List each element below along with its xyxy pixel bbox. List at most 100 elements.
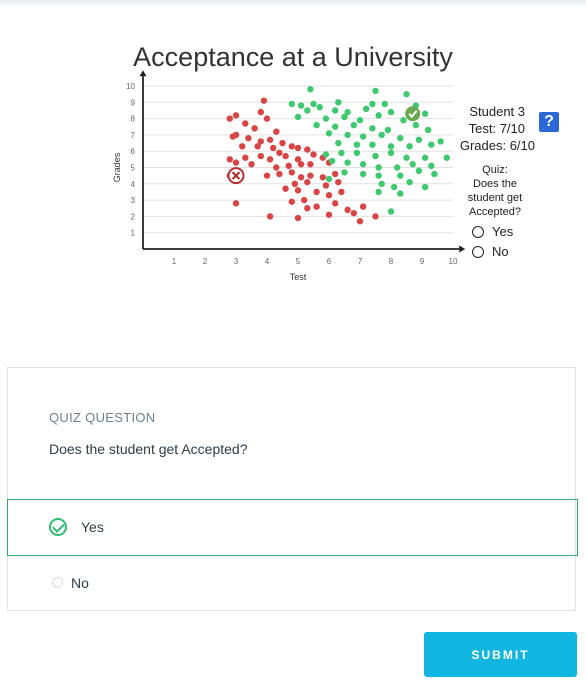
x-tick-label: 7 bbox=[358, 257, 363, 266]
accepted-point bbox=[335, 139, 342, 147]
quiz-page: Acceptance at a University 1 2 3 4 5 6 7 8 9 10 1 2… bbox=[0, 0, 586, 689]
student-test-score: Test: 7/10 bbox=[468, 121, 525, 136]
x-tick-label: 1 bbox=[172, 257, 177, 266]
rejected-point bbox=[304, 205, 311, 212]
accepted-point bbox=[415, 167, 423, 174]
accepted-point bbox=[406, 143, 413, 150]
accepted-point bbox=[375, 172, 382, 179]
radio-unselected-icon[interactable] bbox=[52, 577, 63, 588]
accepted-point bbox=[325, 175, 333, 183]
rejected-point bbox=[304, 178, 311, 186]
accepted-point bbox=[359, 133, 367, 140]
mini-quiz-line: Quiz: bbox=[482, 164, 508, 176]
radio-ring-icon bbox=[472, 245, 484, 258]
rejected-point bbox=[350, 209, 357, 217]
y-tick-label: 3 bbox=[131, 196, 136, 205]
accepted-point bbox=[406, 178, 413, 186]
y-tick-label: 2 bbox=[131, 212, 136, 221]
rejected-point bbox=[294, 187, 302, 194]
y-tick-label: 5 bbox=[131, 164, 136, 173]
rejected-point bbox=[232, 159, 240, 166]
accepted-point bbox=[375, 112, 382, 119]
rejected-point bbox=[304, 146, 311, 153]
accepted-point bbox=[316, 103, 323, 111]
accepted-point bbox=[390, 183, 398, 191]
x-axis-arrow bbox=[459, 245, 466, 253]
mini-quiz-line: Accepted? bbox=[469, 206, 521, 218]
accepted-point bbox=[421, 154, 429, 161]
accepted-point bbox=[341, 169, 348, 176]
accepted-point bbox=[403, 90, 410, 98]
accepted-point bbox=[304, 107, 311, 114]
accepted-point bbox=[378, 131, 385, 139]
rejected-point bbox=[297, 174, 305, 181]
accepted-point bbox=[372, 87, 379, 95]
rejected-point bbox=[273, 164, 280, 171]
accepted-point bbox=[363, 105, 370, 113]
rejected-point bbox=[307, 161, 314, 168]
rejected-point bbox=[263, 115, 271, 122]
accepted-point bbox=[344, 159, 351, 166]
y-tick-label: 9 bbox=[131, 98, 136, 107]
accepted-point bbox=[375, 188, 382, 196]
y-tick-label: 10 bbox=[126, 82, 135, 91]
accepted-point bbox=[409, 161, 416, 168]
submit-button[interactable]: SUBMIT bbox=[424, 632, 577, 677]
accepted-point bbox=[400, 117, 407, 124]
y-tick-label: 1 bbox=[131, 229, 136, 238]
answer-option-yes[interactable]: Yes bbox=[7, 499, 578, 556]
accepted-point bbox=[332, 107, 339, 114]
mini-option-no: No bbox=[472, 244, 509, 259]
accepted-point bbox=[325, 130, 333, 137]
x-tick-label: 8 bbox=[389, 257, 394, 266]
accepted-point bbox=[387, 143, 395, 150]
accepted-point bbox=[344, 131, 351, 139]
accepted-point bbox=[369, 100, 376, 108]
mini-quiz-line: student get bbox=[467, 192, 523, 204]
accepted-point bbox=[359, 170, 367, 178]
x-tick-label: 4 bbox=[265, 257, 270, 266]
mini-option-yes-label: Yes bbox=[492, 224, 514, 239]
rejected-point bbox=[307, 172, 314, 179]
accepted-point bbox=[387, 108, 395, 116]
accepted-point bbox=[341, 113, 348, 121]
accepted-point bbox=[412, 121, 419, 129]
rejected-point bbox=[332, 200, 339, 207]
rejected-point bbox=[313, 203, 320, 210]
rejected-point bbox=[270, 144, 277, 152]
rejected-point bbox=[310, 151, 317, 158]
accepted-point bbox=[307, 86, 314, 93]
accepted-point bbox=[297, 102, 305, 109]
y-tick-label: 7 bbox=[131, 131, 136, 140]
rejected-point bbox=[282, 185, 289, 192]
answer-option-no[interactable]: No bbox=[8, 556, 577, 611]
accepted-point bbox=[372, 152, 379, 160]
x-tick-label: 6 bbox=[327, 257, 332, 266]
x-tick-label: 2 bbox=[203, 257, 208, 266]
accepted-point bbox=[335, 99, 342, 106]
accepted-point bbox=[356, 117, 364, 124]
x-tick-label: 5 bbox=[296, 257, 301, 266]
mini-quiz-line: Does the bbox=[472, 178, 518, 190]
question-mark-icon: ? bbox=[539, 112, 559, 132]
accepted-point bbox=[425, 126, 432, 134]
rejected-point bbox=[273, 128, 280, 135]
rejected-point bbox=[325, 211, 333, 218]
rejected-point bbox=[239, 143, 246, 150]
accepted-point bbox=[394, 164, 401, 171]
accepted-point bbox=[313, 121, 320, 129]
y-tick-label: 4 bbox=[131, 180, 136, 189]
rejected-point bbox=[294, 214, 302, 222]
rejected-point bbox=[335, 178, 342, 186]
rejected-point bbox=[322, 182, 330, 189]
rejected-point bbox=[344, 206, 351, 214]
x-axis-label: Test bbox=[290, 272, 307, 282]
student-grades-score: Grades: 6/10 bbox=[459, 138, 535, 153]
accepted-point bbox=[369, 125, 376, 132]
y-axis-label: Grades bbox=[112, 152, 122, 182]
accepted-point bbox=[397, 190, 404, 197]
rejected-point bbox=[332, 170, 339, 178]
accepted-point bbox=[381, 100, 388, 108]
accepted-point bbox=[359, 161, 367, 168]
rejected-point bbox=[266, 213, 274, 220]
